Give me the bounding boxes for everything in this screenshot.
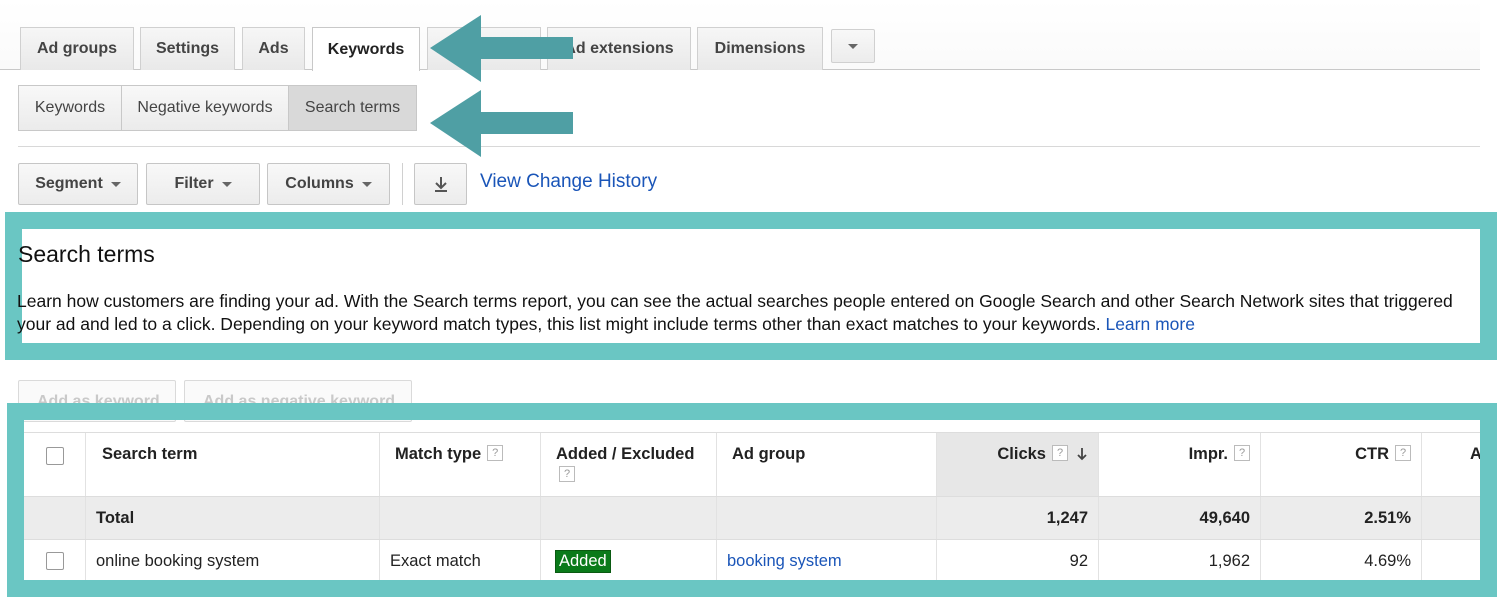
subtab-negative-keywords[interactable]: Negative keywords [121,85,289,131]
subtab-search-terms[interactable]: Search terms [288,85,417,131]
description-text: Learn how customers are finding your ad.… [17,291,1453,334]
chevron-down-icon [361,181,372,187]
more-tabs-button[interactable] [831,29,875,63]
tab-ads[interactable]: Ads [242,27,305,70]
download-button[interactable] [414,163,467,205]
arrow-left-icon [430,15,573,82]
highlight-box-table [7,403,1497,597]
subtab-keywords[interactable]: Keywords [18,85,122,131]
learn-more-link[interactable]: Learn more [1105,314,1195,334]
segment-button[interactable]: Segment [18,163,138,205]
divider [18,146,1480,147]
filter-label: Filter [174,175,214,192]
tab-dimensions[interactable]: Dimensions [697,27,823,70]
view-change-history-link[interactable]: View Change History [480,171,657,193]
download-icon [434,177,447,192]
annotation-arrows [430,15,573,157]
highlight-box-description [5,212,1497,360]
filter-button[interactable]: Filter [146,163,260,205]
tab-settings[interactable]: Settings [140,27,235,70]
arrow-left-icon [430,90,573,157]
chevron-down-icon [848,43,858,49]
columns-button[interactable]: Columns [267,163,390,205]
section-description: Learn how customers are finding your ad.… [17,290,1477,336]
tab-keywords[interactable]: Keywords [312,27,420,71]
section-title: Search terms [18,241,155,267]
toolbar-separator [402,163,403,205]
chevron-down-icon [110,181,121,187]
chevron-down-icon [221,181,232,187]
segment-label: Segment [35,175,103,192]
columns-label: Columns [285,175,354,192]
tab-ad-groups[interactable]: Ad groups [20,27,134,70]
